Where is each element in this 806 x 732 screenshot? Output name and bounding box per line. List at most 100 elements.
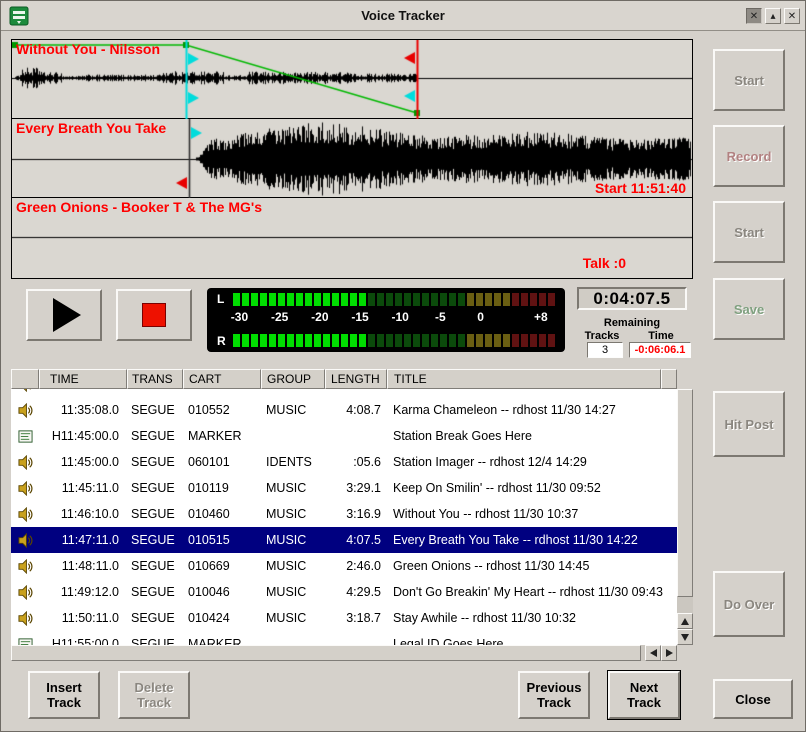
delete-track-label-line1: Delete <box>134 680 173 695</box>
column-header-group[interactable]: GROUP <box>261 369 325 389</box>
track-3-title: Green Onions - Booker T & The MG's <box>16 199 262 215</box>
log-cell-trans: SEGUE <box>127 455 183 469</box>
log-cell-title: Legal ID Goes Here <box>387 637 677 645</box>
speaker-icon <box>18 585 33 600</box>
log-cell-group: MUSIC <box>261 533 325 547</box>
scroll-right-button[interactable] <box>661 645 677 661</box>
voice-tracker-window: Voice Tracker ✕ ▴ ✕ Without You - Nilsso… <box>0 0 806 732</box>
column-header-cart[interactable]: CART <box>183 369 261 389</box>
arrow-down-icon <box>681 634 689 641</box>
horizontal-scrollbar[interactable] <box>11 645 677 661</box>
log-cell-time: H11:55:00.0 <box>39 637 127 645</box>
waveform-track-2[interactable]: Every Breath You Take Start 11:51:40 <box>12 119 692 198</box>
log-cell-title: Green Onions -- rdhost 11/30 14:45 <box>387 559 677 573</box>
vertical-scrollbar-thumb[interactable] <box>677 389 693 597</box>
log-cell-title: Stay Awhile -- rdhost 11/30 10:32 <box>387 611 677 625</box>
vertical-scrollbar[interactable] <box>677 389 693 645</box>
log-cell-title: Without You -- rdhost 11/30 10:37 <box>387 507 677 521</box>
scroll-up-button[interactable] <box>677 613 693 629</box>
meter-scale-label: -15 <box>351 310 368 324</box>
log-cell-title: Keep On Smilin' -- rdhost 11/30 09:52 <box>387 481 677 495</box>
log-cell-icon <box>11 481 39 496</box>
log-cell-trans: SEGUE <box>127 481 183 495</box>
log-row[interactable]: 11:45:11.0 SEGUE 010119 MUSIC 3:29.1 Kee… <box>11 475 677 501</box>
log-cell-time: 11:45:00.0 <box>39 455 127 469</box>
log-cell-cart: 010669 <box>183 559 261 573</box>
start-track1-button[interactable]: Start <box>713 49 785 111</box>
meter-scale: -30-25-20-15-10-50+8 <box>233 310 557 328</box>
log-row[interactable]: 11:46:10.0 SEGUE 010460 MUSIC 3:16.9 Wit… <box>11 501 677 527</box>
start-track2-button[interactable]: Start <box>713 201 785 263</box>
column-header-title[interactable]: TITLE <box>387 369 661 389</box>
insert-track-button[interactable]: InsertTrack <box>28 671 100 719</box>
waveform-track-1[interactable]: Without You - Nilsson <box>12 40 692 119</box>
arrow-right-icon <box>666 649 673 657</box>
previous-track-label-line2: Track <box>537 695 571 710</box>
column-header-length[interactable]: LENGTH <box>325 369 387 389</box>
previous-track-button[interactable]: PreviousTrack <box>518 671 590 719</box>
log-cell-length: 3:16.9 <box>325 507 387 521</box>
next-track-button[interactable]: NextTrack <box>608 671 680 719</box>
play-button[interactable] <box>26 289 102 341</box>
log-row[interactable]: 11:49:12.0 SEGUE 010046 MUSIC 4:29.5 Don… <box>11 579 677 605</box>
do-over-button[interactable]: Do Over <box>713 571 785 637</box>
column-header-icon[interactable] <box>11 369 39 389</box>
log-row[interactable]: 11:47:11.0 SEGUE 010515 MUSIC 4:07.5 Eve… <box>11 527 677 553</box>
scroll-left-button[interactable] <box>645 645 661 661</box>
window-pin-button[interactable]: ✕ <box>746 8 762 24</box>
log-cell-trans: SEGUE <box>127 585 183 599</box>
log-cell-icon <box>11 611 39 626</box>
previous-track-label-line1: Previous <box>527 680 582 695</box>
scroll-down-button[interactable] <box>677 629 693 645</box>
log-cell-time: 11:49:12.0 <box>39 585 127 599</box>
track-2-start-time: Start 11:51:40 <box>595 180 686 196</box>
log-cell-trans: SEGUE <box>127 429 183 443</box>
log-row[interactable]: 11:48:11.0 SEGUE 010669 MUSIC 2:46.0 Gre… <box>11 553 677 579</box>
window-title: Voice Tracker <box>1 1 805 30</box>
log-cell-length: 3:18.7 <box>325 611 387 625</box>
meter-scale-label: -25 <box>271 310 288 324</box>
horizontal-scrollbar-thumb[interactable] <box>11 645 641 661</box>
log-cell-group: MUSIC <box>261 481 325 495</box>
app-icon[interactable] <box>9 6 29 26</box>
meter-scale-label: -30 <box>231 310 248 324</box>
column-header-trans[interactable]: TRANS <box>127 369 183 389</box>
window-titlebar[interactable]: Voice Tracker ✕ ▴ ✕ <box>1 1 805 31</box>
next-track-label-line1: Next <box>630 680 658 695</box>
log-row[interactable]: H11:45:00.0 SEGUE MARKER Station Break G… <box>11 423 677 449</box>
log-row[interactable]: 11:35:08.0 SEGUE 010552 MUSIC 4:08.7 Kar… <box>11 397 677 423</box>
meter-scale-label: -5 <box>435 310 446 324</box>
delete-track-button[interactable]: DeleteTrack <box>118 671 190 719</box>
log-cell-icon <box>11 455 39 470</box>
waveform-track-3[interactable]: Green Onions - Booker T & The MG's Talk … <box>12 198 692 276</box>
save-button[interactable]: Save <box>713 278 785 340</box>
log-cell-group: MUSIC <box>261 585 325 599</box>
log-cell-time: 11:35:08.0 <box>39 403 127 417</box>
time-remaining-value: -0:06:06.1 <box>629 342 691 358</box>
log-row[interactable]: H11:55:00.0 SEGUE MARKER Legal ID Goes H… <box>11 631 677 645</box>
log-row[interactable] <box>11 389 677 397</box>
log-cell-icon <box>11 429 39 444</box>
log-cell-cart: 010460 <box>183 507 261 521</box>
log-cell-cart: 010119 <box>183 481 261 495</box>
stop-button[interactable] <box>116 289 192 341</box>
log-row[interactable]: 11:45:00.0 SEGUE 060101 IDENTS :05.6 Sta… <box>11 449 677 475</box>
meter-scale-label: -10 <box>392 310 409 324</box>
log-cell-length: 4:07.5 <box>325 533 387 547</box>
speaker-icon <box>18 533 33 548</box>
record-button[interactable]: Record <box>713 125 785 187</box>
window-close-button[interactable]: ✕ <box>784 8 800 24</box>
hit-post-button[interactable]: Hit Post <box>713 391 785 457</box>
window-shade-button[interactable]: ▴ <box>765 8 781 24</box>
log-cell-title: Station Break Goes Here <box>387 429 677 443</box>
arrow-up-icon <box>681 618 689 625</box>
next-track-label-line2: Track <box>627 695 661 710</box>
column-header-time[interactable]: TIME <box>39 369 127 389</box>
marker-icon <box>18 637 33 646</box>
meter-right-leds <box>233 334 559 347</box>
window-controls: ✕ ▴ ✕ <box>746 8 800 24</box>
log-row[interactable]: 11:50:11.0 SEGUE 010424 MUSIC 3:18.7 Sta… <box>11 605 677 631</box>
elapsed-time-display: 0:04:07.5 <box>577 287 687 310</box>
log-cell-title: Station Imager -- rdhost 12/4 14:29 <box>387 455 677 469</box>
close-button[interactable]: Close <box>713 679 793 719</box>
